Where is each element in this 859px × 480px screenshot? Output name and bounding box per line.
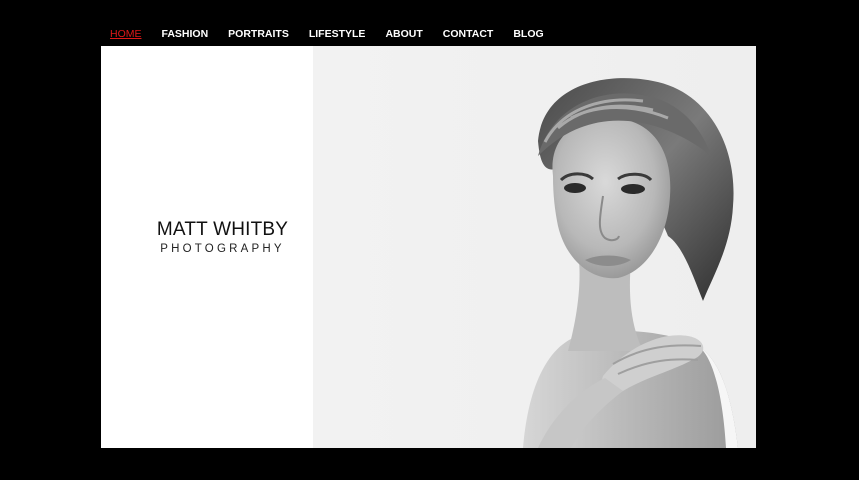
nav-home-link[interactable]: HOME	[110, 28, 142, 40]
hero-stage: MATT WHITBY PHOTOGRAPHY	[101, 46, 756, 448]
nav-about-link[interactable]: ABOUT	[385, 28, 422, 40]
hero-portrait-photo	[313, 46, 756, 448]
brand-subtitle: PHOTOGRAPHY	[160, 243, 285, 255]
brand-name: MATT WHITBY	[156, 219, 289, 240]
nav-portraits-link[interactable]: PORTRAITS	[228, 28, 289, 40]
brand-panel: MATT WHITBY PHOTOGRAPHY	[101, 46, 313, 448]
nav-lifestyle-link[interactable]: LIFESTYLE	[309, 28, 366, 40]
main-nav: HOME FASHION PORTRAITS LIFESTYLE ABOUT C…	[101, 22, 564, 46]
nav-contact-link[interactable]: CONTACT	[443, 28, 494, 40]
nav-fashion-link[interactable]: FASHION	[162, 28, 209, 40]
nav-blog-link[interactable]: BLOG	[513, 28, 543, 40]
